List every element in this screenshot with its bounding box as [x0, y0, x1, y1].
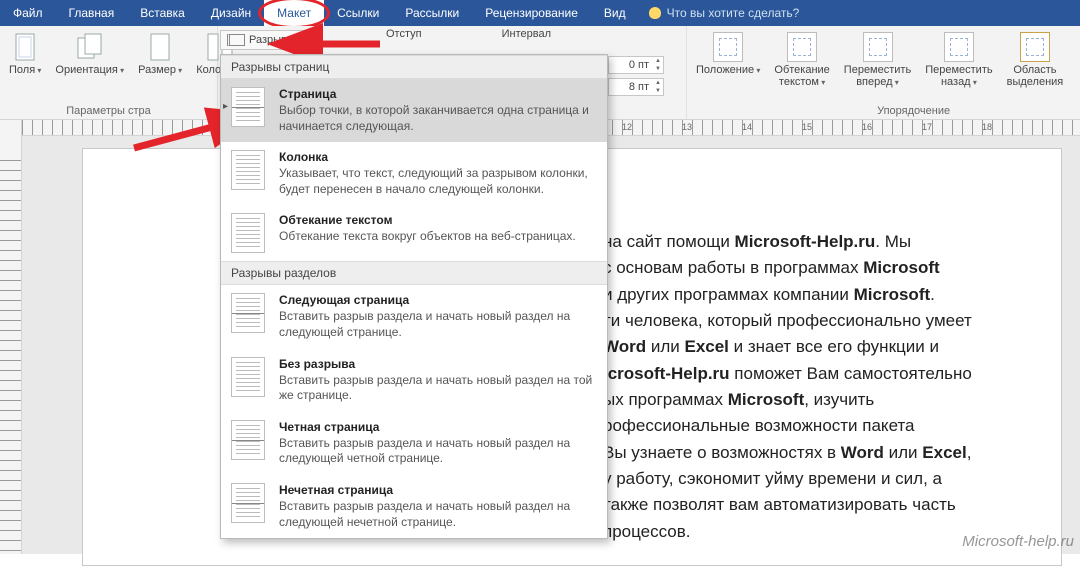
break-page-item[interactable]: СтраницаВыбор точки, в которой заканчива…: [221, 79, 607, 142]
page-breaks-section-header: Разрывы страниц: [221, 55, 607, 79]
selpane-icon: [1020, 32, 1050, 62]
margins-button[interactable]: Поля ▾: [6, 30, 44, 78]
textwrap-break-icon: [231, 213, 265, 253]
breaks-button[interactable]: Разрывы ▾: [220, 30, 310, 50]
tab-design[interactable]: Дизайн: [198, 0, 264, 26]
size-button[interactable]: Размер ▾: [135, 30, 185, 78]
wrap-text-button[interactable]: Обтекание текстом ▾: [771, 30, 832, 90]
size-label: Размер: [138, 64, 176, 76]
break-nextpage-item[interactable]: Следующая страницаВставить разрыв раздел…: [221, 285, 607, 348]
send-back-button[interactable]: Переместить назад ▾: [922, 30, 995, 90]
break-oddpage-item[interactable]: Нечетная страницаВставить разрыв раздела…: [221, 475, 607, 538]
tab-file[interactable]: Файл: [0, 0, 56, 26]
position-icon: [713, 32, 743, 62]
tab-review[interactable]: Рецензирование: [472, 0, 591, 26]
tell-me-label: Что вы хотите сделать?: [667, 6, 800, 20]
indent-label: Отступ: [386, 28, 422, 40]
oddpage-icon: [231, 483, 265, 523]
orientation-icon: [75, 32, 105, 62]
tab-layout[interactable]: Макет: [264, 0, 324, 26]
break-column-item[interactable]: КолонкаУказывает, что текст, следующий з…: [221, 142, 607, 205]
chevron-down-icon: ▾: [299, 36, 303, 45]
breaks-dropdown: Разрывы страниц СтраницаВыбор точки, в к…: [220, 54, 608, 539]
nextpage-icon: [231, 293, 265, 333]
column-break-icon: [231, 150, 265, 190]
spacing-after-value: 8 пт: [629, 81, 649, 93]
vertical-ruler[interactable]: [0, 120, 22, 554]
page-break-icon: [231, 87, 265, 127]
tab-insert[interactable]: Вставка: [127, 0, 198, 26]
tab-view[interactable]: Вид: [591, 0, 639, 26]
bring-forward-button[interactable]: Переместить вперед ▾: [841, 30, 914, 90]
wrap-icon: [787, 32, 817, 62]
break-textwrap-item[interactable]: Обтекание текстомОбтекание текста вокруг…: [221, 205, 607, 261]
tell-me[interactable]: Что вы хотите сделать?: [639, 6, 800, 20]
back-icon: [944, 32, 974, 62]
break-evenpage-item[interactable]: Четная страницаВставить разрыв раздела и…: [221, 412, 607, 475]
forward-icon: [863, 32, 893, 62]
evenpage-icon: [231, 420, 265, 460]
margins-label: Поля: [9, 64, 35, 76]
section-breaks-header: Разрывы разделов: [221, 261, 607, 285]
spacing-after-input[interactable]: 8 пт: [608, 78, 664, 96]
tab-references[interactable]: Ссылки: [324, 0, 392, 26]
watermark: Microsoft-help.ru: [962, 533, 1074, 550]
spacing-label: Интервал: [502, 28, 551, 40]
size-icon: [145, 32, 175, 62]
ribbon-tabs: Файл Главная Вставка Дизайн Макет Ссылки…: [0, 0, 1080, 26]
tab-home[interactable]: Главная: [56, 0, 128, 26]
bulb-icon: [649, 7, 661, 19]
selection-pane-button[interactable]: Область выделения: [1004, 30, 1067, 90]
orientation-label: Ориентация: [55, 64, 117, 76]
page-setup-group-label: Параметры стра: [6, 105, 211, 117]
continuous-icon: [231, 357, 265, 397]
breaks-label: Разрывы: [249, 34, 295, 46]
spacing-before-value: 0 пт: [629, 59, 649, 71]
orientation-button[interactable]: Ориентация ▾: [52, 30, 127, 78]
margins-icon: [10, 32, 40, 62]
spacing-before-input[interactable]: 0 пт: [608, 56, 664, 74]
break-continuous-item[interactable]: Без разрываВставить разрыв раздела и нач…: [221, 349, 607, 412]
tab-mailings[interactable]: Рассылки: [392, 0, 472, 26]
arrange-group-label: Упорядочение: [693, 105, 1080, 117]
position-button[interactable]: Положение ▾: [693, 30, 763, 90]
